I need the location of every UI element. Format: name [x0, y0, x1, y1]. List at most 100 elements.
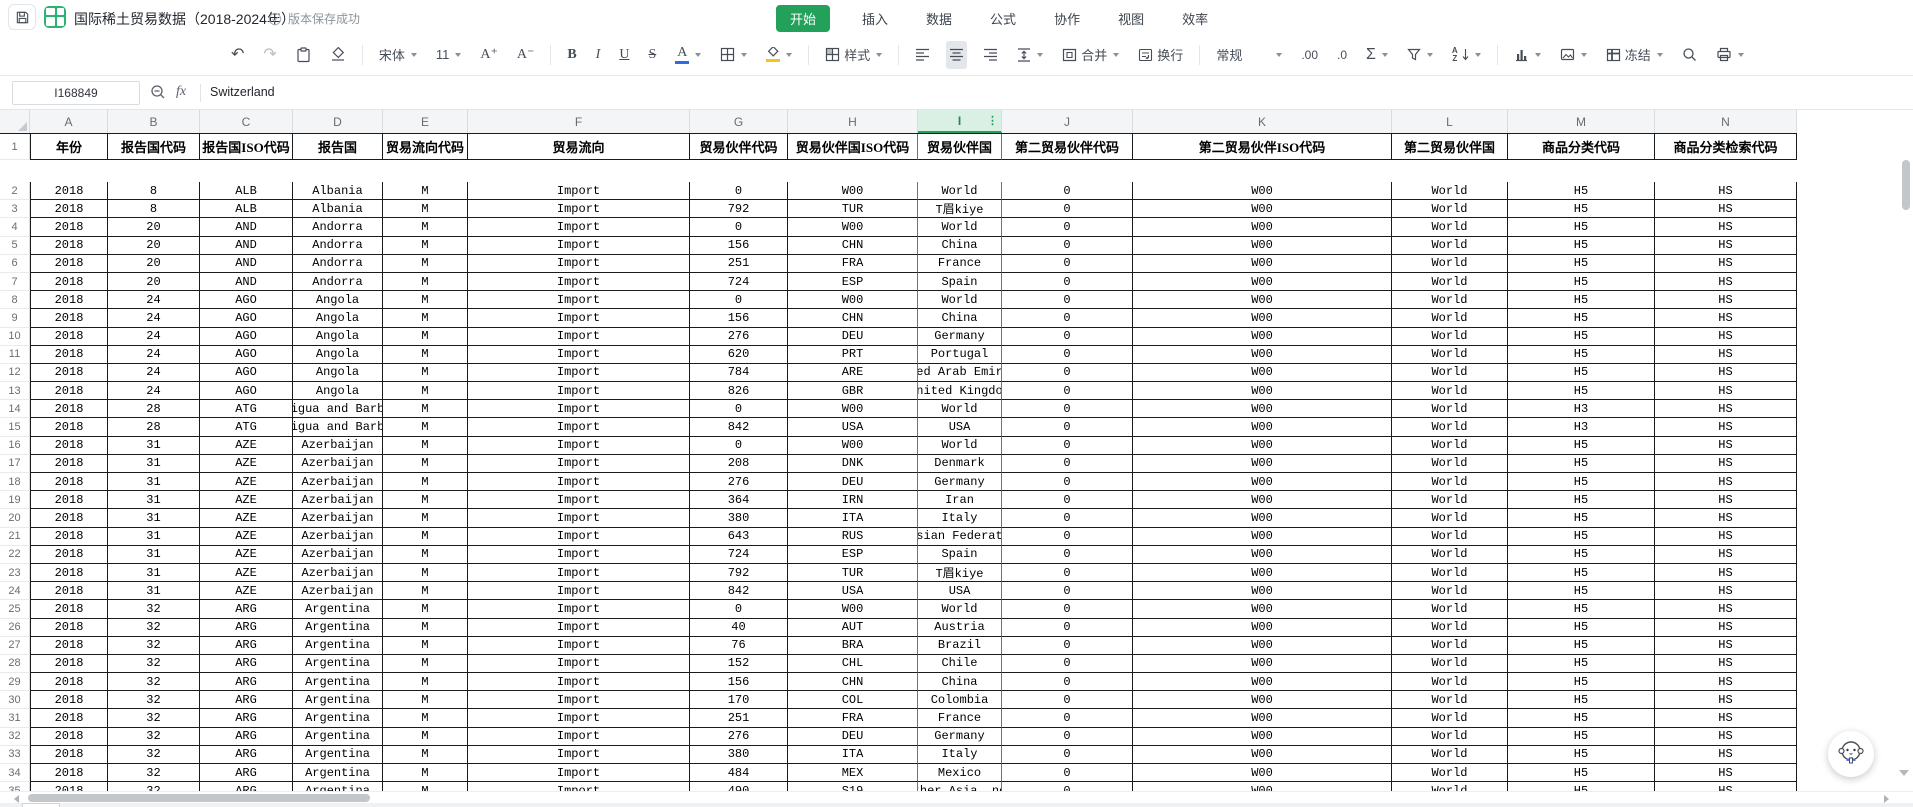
cell-J11[interactable]: 0 [1002, 345, 1133, 364]
row-header-11[interactable]: 11 [0, 345, 30, 364]
cell-C19[interactable]: AZE [200, 491, 293, 510]
cell-J21[interactable]: 0 [1002, 527, 1133, 546]
cell-I24[interactable]: USA [918, 582, 1002, 601]
row-header-12[interactable]: 12 [0, 363, 30, 383]
header-cell-N1[interactable]: 商品分类检索代码 [1655, 134, 1797, 160]
cell-F31[interactable]: Import [468, 709, 690, 728]
cell-N7[interactable]: HS [1655, 272, 1797, 292]
row-header-3[interactable]: 3 [0, 200, 30, 219]
cell-B28[interactable]: 32 [108, 654, 200, 674]
cell-D24[interactable]: Azerbaijan [293, 582, 383, 601]
column-header-J[interactable]: J [1002, 110, 1133, 133]
cell-J15[interactable]: 0 [1002, 418, 1133, 437]
cell-E10[interactable]: M [383, 327, 468, 346]
cell-G2[interactable]: 0 [690, 182, 788, 201]
row-header-27[interactable]: 27 [0, 636, 30, 655]
cell-G16[interactable]: 0 [690, 436, 788, 455]
cell-E13[interactable]: M [383, 382, 468, 401]
cell-D27[interactable]: Argentina [293, 636, 383, 655]
cell-M8[interactable]: H5 [1508, 291, 1655, 310]
cell-K7[interactable]: W00 [1133, 272, 1392, 292]
cell-A24[interactable]: 2018 [30, 582, 108, 601]
column-header-I[interactable]: I ⋮ [918, 110, 1002, 133]
increase-decimal-button[interactable]: .00 [1298, 41, 1321, 69]
cell-L2[interactable]: World [1392, 182, 1508, 201]
cell-H15[interactable]: USA [788, 418, 918, 437]
increase-font-button[interactable]: A⁺ [477, 41, 501, 69]
cell-H18[interactable]: DEU [788, 473, 918, 492]
cell-G23[interactable]: 792 [690, 563, 788, 583]
cell-K24[interactable]: W00 [1133, 582, 1392, 601]
column-header-E[interactable]: E [383, 110, 468, 133]
cell-K2[interactable]: W00 [1133, 182, 1392, 201]
cell-D33[interactable]: Argentina [293, 745, 383, 764]
cell-I25[interactable]: World [918, 600, 1002, 619]
cell-F5[interactable]: Import [468, 236, 690, 255]
cell-M20[interactable]: H5 [1508, 509, 1655, 528]
cell-C14[interactable]: ATG [200, 400, 293, 419]
wrap-text-button[interactable]: 换行 [1135, 41, 1186, 69]
cell-I32[interactable]: Germany [918, 727, 1002, 746]
cell-J34[interactable]: 0 [1002, 764, 1133, 783]
cell-L25[interactable]: World [1392, 600, 1508, 619]
cell-B32[interactable]: 32 [108, 727, 200, 746]
cell-G22[interactable]: 724 [690, 545, 788, 564]
cell-B7[interactable]: 20 [108, 272, 200, 292]
cell-B18[interactable]: 31 [108, 473, 200, 492]
cell-C4[interactable]: AND [200, 218, 293, 237]
cell-A26[interactable]: 2018 [30, 618, 108, 637]
cell-K17[interactable]: W00 [1133, 454, 1392, 473]
cell-N33[interactable]: HS [1655, 745, 1797, 764]
cell-M4[interactable]: H5 [1508, 218, 1655, 237]
cell-F8[interactable]: Import [468, 291, 690, 310]
cell-J8[interactable]: 0 [1002, 291, 1133, 310]
cell-E33[interactable]: M [383, 745, 468, 764]
cell-A21[interactable]: 2018 [30, 527, 108, 546]
cell-I4[interactable]: World [918, 218, 1002, 237]
name-box[interactable]: I168849 [12, 81, 140, 105]
cell-C25[interactable]: ARG [200, 600, 293, 619]
row-header-4[interactable]: 4 [0, 218, 30, 237]
cell-A17[interactable]: 2018 [30, 454, 108, 473]
cell-G15[interactable]: 842 [690, 418, 788, 437]
cell-L24[interactable]: World [1392, 582, 1508, 601]
cell-M29[interactable]: H5 [1508, 673, 1655, 692]
cell-H2[interactable]: W00 [788, 182, 918, 201]
cell-J29[interactable]: 0 [1002, 673, 1133, 692]
cell-N6[interactable]: HS [1655, 254, 1797, 273]
cell-L18[interactable]: World [1392, 473, 1508, 492]
cell-F26[interactable]: Import [468, 618, 690, 637]
cell-J24[interactable]: 0 [1002, 582, 1133, 601]
cell-L34[interactable]: World [1392, 764, 1508, 783]
cell-B2[interactable]: 8 [108, 182, 200, 201]
cell-I16[interactable]: World [918, 436, 1002, 455]
cell-F17[interactable]: Import [468, 454, 690, 473]
cell-I30[interactable]: Colombia [918, 691, 1002, 710]
underline-button[interactable]: U [616, 41, 632, 69]
cell-A2[interactable]: 2018 [30, 182, 108, 201]
cell-F19[interactable]: Import [468, 491, 690, 510]
tab-collaborate[interactable]: 协作 [1048, 5, 1086, 32]
cell-H27[interactable]: BRA [788, 636, 918, 655]
italic-button[interactable]: I [593, 41, 604, 69]
cell-J25[interactable]: 0 [1002, 600, 1133, 619]
cell-K22[interactable]: W00 [1133, 545, 1392, 564]
tab-formula[interactable]: 公式 [984, 5, 1022, 32]
font-size-select[interactable]: 11 [433, 41, 465, 69]
scroll-left-arrow-icon[interactable] [14, 795, 19, 803]
cell-M14[interactable]: H3 [1508, 400, 1655, 419]
cell-K34[interactable]: W00 [1133, 764, 1392, 783]
cell-E6[interactable]: M [383, 254, 468, 273]
header-cell-A1[interactable]: 年份 [30, 134, 108, 160]
cell-M34[interactable]: H5 [1508, 764, 1655, 783]
cell-B34[interactable]: 32 [108, 764, 200, 783]
header-cell-G1[interactable]: 贸易伙伴代码 [690, 134, 788, 160]
cell-L4[interactable]: World [1392, 218, 1508, 237]
cell-B15[interactable]: 28 [108, 418, 200, 437]
row-header-21[interactable]: 21 [0, 527, 30, 546]
cell-D7[interactable]: Andorra [293, 272, 383, 292]
cell-G7[interactable]: 724 [690, 272, 788, 292]
cell-G32[interactable]: 276 [690, 727, 788, 746]
cell-G4[interactable]: 0 [690, 218, 788, 237]
cell-E21[interactable]: M [383, 527, 468, 546]
